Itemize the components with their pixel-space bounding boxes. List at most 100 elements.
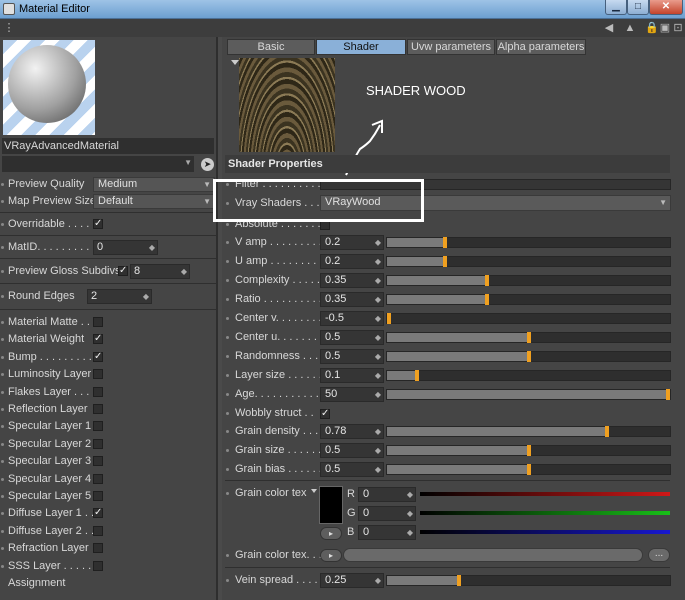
param-input[interactable]: 0.1 ◆ — [320, 368, 384, 383]
keyframe-dot-icon[interactable] — [1, 270, 4, 273]
texture-options-button[interactable]: ▸ — [320, 549, 342, 562]
keyframe-dot-icon[interactable] — [1, 460, 4, 464]
keyframe-dot-icon[interactable] — [226, 393, 229, 396]
keyframe-dot-icon[interactable] — [226, 241, 229, 244]
spinner-icon[interactable]: ◆ — [149, 241, 155, 254]
layer-checkbox[interactable] — [93, 317, 103, 327]
round-edges-input[interactable]: 2 ◆ — [87, 289, 152, 304]
param-slider[interactable] — [386, 464, 671, 475]
keyframe-dot-icon[interactable] — [1, 564, 4, 568]
layer-checkbox[interactable]: ✓ — [93, 351, 103, 362]
slider-knob[interactable] — [443, 256, 447, 267]
close-button[interactable]: ✕ — [649, 0, 683, 15]
red-input[interactable]: 0 ◆ — [358, 487, 416, 502]
vein-spread-input[interactable]: 0.25 ◆ — [320, 573, 384, 588]
layer-checkbox[interactable] — [93, 456, 103, 467]
param-input[interactable]: 0.5 ◆ — [320, 462, 384, 477]
keyframe-dot-icon[interactable] — [226, 298, 229, 301]
layer-checkbox[interactable] — [93, 560, 103, 571]
param-slider[interactable] — [386, 256, 671, 267]
keyframe-dot-icon[interactable] — [1, 355, 4, 359]
layer-checkbox[interactable] — [93, 404, 103, 414]
param-input[interactable]: 0.35 ◆ — [320, 292, 384, 307]
keyframe-dot-icon[interactable] — [226, 468, 229, 471]
keyframe-dot-icon[interactable] — [226, 279, 229, 282]
blue-slider[interactable] — [420, 530, 670, 534]
keyframe-dot-icon[interactable] — [226, 554, 229, 557]
param-input[interactable]: 0.5 ◆ — [320, 330, 384, 345]
param-slider[interactable] — [386, 370, 671, 381]
material-preview[interactable] — [3, 40, 95, 135]
tab-alpha-parameters[interactable]: Alpha parameters — [496, 39, 586, 55]
param-slider[interactable] — [386, 332, 671, 343]
material-link-field[interactable]: ▼ — [2, 156, 194, 172]
layer-checkbox[interactable] — [93, 438, 103, 449]
param-slider[interactable] — [386, 313, 671, 324]
param-slider[interactable] — [386, 275, 671, 286]
green-slider[interactable] — [420, 511, 670, 515]
keyframe-dot-icon[interactable] — [1, 390, 4, 394]
param-slider[interactable] — [386, 351, 671, 362]
param-slider[interactable] — [386, 389, 671, 400]
spinner-icon[interactable]: ◆ — [375, 463, 381, 476]
spinner-icon[interactable]: ◆ — [143, 290, 149, 303]
param-input[interactable]: -0.5 ◆ — [320, 311, 384, 326]
param-slider[interactable] — [386, 426, 671, 437]
layer-checkbox[interactable] — [93, 421, 103, 432]
lock-icon[interactable]: 🔒 — [645, 22, 659, 34]
keyframe-dot-icon[interactable] — [1, 425, 4, 429]
layer-checkbox[interactable]: ✓ — [93, 508, 103, 519]
spinner-icon[interactable]: ◆ — [407, 507, 413, 520]
matid-input[interactable]: 0 ◆ — [93, 240, 158, 255]
keyframe-dot-icon[interactable] — [226, 492, 229, 495]
tab-uvw-parameters[interactable]: Uvw parameters — [407, 39, 495, 55]
spinner-icon[interactable]: ◆ — [181, 265, 187, 278]
param-input[interactable]: 0.5 ◆ — [320, 443, 384, 458]
slider-knob[interactable] — [527, 445, 531, 456]
layer-checkbox[interactable] — [93, 491, 103, 501]
param-input[interactable]: 0.2 ◆ — [320, 254, 384, 269]
expand-icon[interactable]: ⊡ — [672, 22, 684, 34]
slider-knob[interactable] — [527, 351, 531, 362]
arrow-left-icon[interactable]: ◀ — [603, 22, 615, 34]
keyframe-dot-icon[interactable] — [226, 223, 229, 226]
keyframe-dot-icon[interactable] — [1, 495, 4, 498]
keyframe-dot-icon[interactable] — [1, 200, 4, 203]
keyframe-dot-icon[interactable] — [1, 295, 4, 298]
expand-triangle-icon[interactable] — [311, 489, 317, 493]
keyframe-dot-icon[interactable] — [1, 477, 4, 481]
keyframe-dot-icon[interactable] — [226, 317, 229, 320]
keyframe-dot-icon[interactable] — [1, 183, 4, 186]
browse-texture-button[interactable]: ... — [648, 548, 670, 562]
spinner-icon[interactable]: ◆ — [375, 574, 381, 587]
keyframe-dot-icon[interactable] — [226, 260, 229, 263]
tab-basic[interactable]: Basic — [227, 39, 315, 55]
preview-gloss-checkbox[interactable]: ✓ — [118, 266, 128, 276]
vein-spread-slider[interactable] — [386, 575, 671, 586]
material-name-field[interactable]: VRayAdvancedMaterial — [2, 138, 214, 154]
red-slider[interactable] — [420, 492, 670, 496]
keyframe-dot-icon[interactable] — [226, 336, 229, 339]
slider-knob[interactable] — [527, 332, 531, 343]
color-mode-button[interactable]: ▸ — [320, 527, 342, 540]
spinner-icon[interactable]: ◆ — [375, 444, 381, 457]
keyframe-dot-icon[interactable] — [226, 579, 229, 582]
param-input[interactable]: 0.35 ◆ — [320, 273, 384, 288]
keyframe-dot-icon[interactable] — [226, 412, 229, 415]
new-window-icon[interactable]: ▣ — [659, 22, 671, 34]
spinner-icon[interactable]: ◆ — [375, 425, 381, 438]
spinner-icon[interactable]: ◆ — [375, 331, 381, 344]
slider-knob[interactable] — [457, 575, 461, 586]
layer-checkbox[interactable] — [93, 369, 103, 380]
spinner-icon[interactable]: ◆ — [407, 488, 413, 501]
slider-knob[interactable] — [387, 313, 391, 324]
spinner-icon[interactable]: ◆ — [375, 350, 381, 363]
map-preview-size-dropdown[interactable]: Default ▼ — [93, 194, 215, 209]
keyframe-dot-icon[interactable] — [1, 512, 4, 516]
param-input[interactable]: 0.78 ◆ — [320, 424, 384, 439]
slider-knob[interactable] — [415, 370, 419, 381]
keyframe-dot-icon[interactable] — [1, 321, 4, 324]
param-slider[interactable] — [386, 237, 671, 248]
spinner-icon[interactable]: ◆ — [375, 369, 381, 382]
wobbly-checkbox[interactable]: ✓ — [320, 409, 330, 419]
